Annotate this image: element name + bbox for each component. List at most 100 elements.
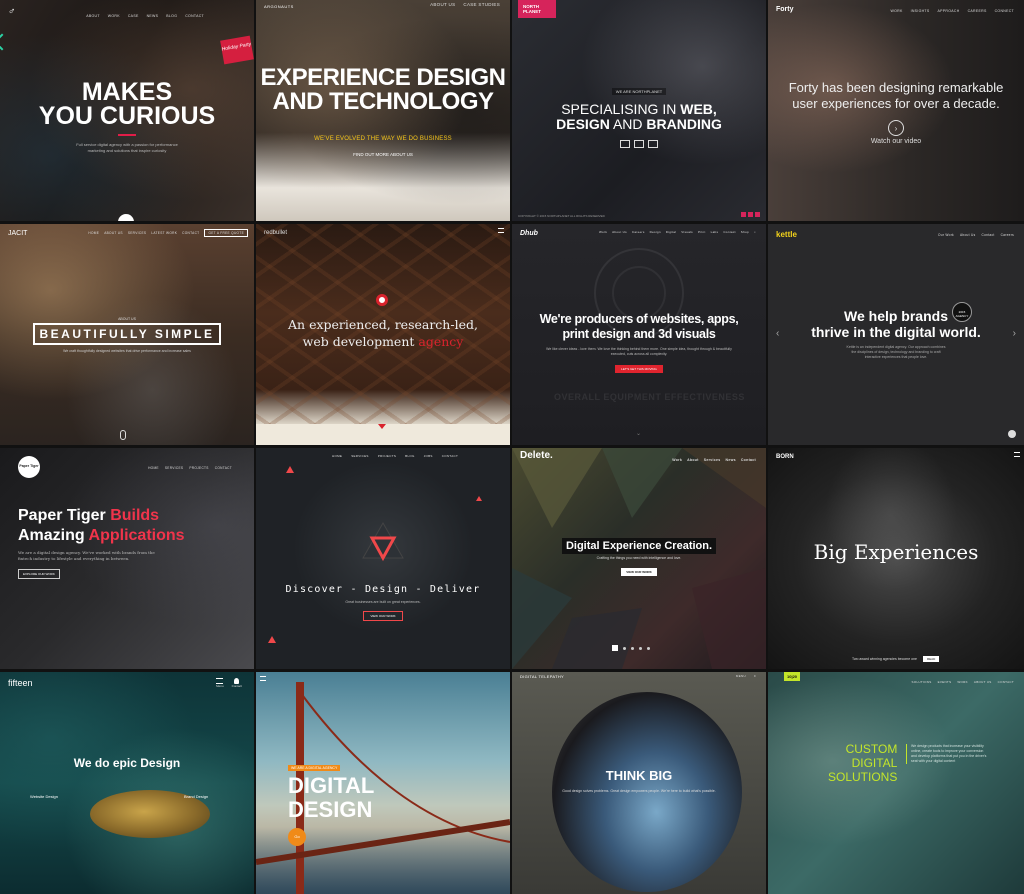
tile-digital-design[interactable]: WE ARE A DIGITAL AGENCY DIGITAL DESIGN G… (256, 672, 510, 894)
nav-item[interactable]: WORK (890, 9, 902, 13)
site-logo[interactable]: Paper Tiger (18, 456, 40, 478)
down-arrow-icon[interactable] (378, 424, 386, 429)
nav-item[interactable]: HOME (332, 454, 342, 458)
nav-item[interactable]: CONNECT (995, 9, 1014, 13)
brand-design-link[interactable]: Brand Design (184, 794, 208, 799)
site-logo[interactable]: Delete. (520, 450, 553, 461)
next-slide-icon[interactable]: › (1013, 328, 1016, 339)
nav-item[interactable]: Contact (981, 233, 994, 237)
carousel-dot-active[interactable] (612, 645, 618, 651)
nav-item[interactable]: JOBS (424, 454, 433, 458)
nav-item[interactable]: Work (672, 458, 682, 462)
site-logo[interactable]: fifteen (8, 678, 33, 688)
nav-item[interactable]: Contact (723, 230, 735, 234)
nav-item[interactable]: Shop (741, 230, 749, 234)
cta-link[interactable]: FIND OUT MORE ABOUT US (256, 152, 510, 157)
website-design-link[interactable]: Website Design (30, 794, 58, 799)
nav-item[interactable]: PROJECTS (189, 466, 208, 470)
nav-item[interactable]: Visuals (681, 230, 693, 234)
site-logo[interactable]: NORTH PLANET (518, 0, 556, 18)
nav-item[interactable]: Menu (216, 684, 224, 688)
menu-icon[interactable] (260, 676, 266, 681)
tile-discover[interactable]: HOME SERVICES PROJECTS BLOG JOBS CONTACT… (256, 448, 510, 669)
nav-item[interactable]: CASE STUDIES (463, 2, 500, 7)
menu-icon[interactable] (498, 228, 504, 233)
carousel-dot[interactable] (631, 646, 634, 650)
nav-item[interactable]: SERVICES (351, 454, 369, 458)
nav-item[interactable]: CONTACT (442, 454, 458, 458)
site-logo[interactable]: Forty (776, 6, 794, 13)
tile-think-big[interactable]: DIGITAL TELEPATHY MENU ≡ THINK BIG Good … (512, 672, 766, 894)
nav-item[interactable]: PROJECTS (378, 454, 396, 458)
nav-item[interactable]: ABOUT US (104, 231, 123, 235)
nav-item[interactable]: News (726, 458, 736, 462)
social-icon[interactable] (748, 212, 753, 217)
nav-item[interactable]: HOME (148, 466, 159, 470)
nav-item[interactable]: Print (698, 230, 706, 234)
cta-button[interactable]: VIEW OUR WORK (363, 611, 403, 621)
nav-item[interactable]: CONTACT (182, 231, 199, 235)
nav-item[interactable]: Work (599, 230, 607, 234)
read-button[interactable]: READ (922, 656, 940, 662)
nav-item[interactable]: WORK (108, 14, 120, 18)
nav-item[interactable]: EVENTS (938, 680, 952, 684)
tile-makes-you-curious[interactable]: ♂ ABOUT WORK CASE NEWS BLOG CONTACT Holi… (0, 0, 254, 221)
nav-item[interactable]: ABOUT (86, 14, 100, 18)
play-video-icon[interactable]: › (888, 120, 904, 136)
carousel-dot[interactable] (623, 646, 626, 650)
cta-button[interactable]: VIEW OUR WORK (621, 568, 657, 576)
nav-item[interactable]: INSIGHTS (911, 9, 930, 13)
chevron-down-icon[interactable]: ⌄ (636, 430, 641, 437)
nav-item[interactable]: Contact (232, 684, 242, 688)
design-icon[interactable] (634, 140, 644, 148)
menu-button[interactable]: Menu (216, 678, 224, 688)
nav-item[interactable]: Digital (666, 230, 676, 234)
nav-item[interactable]: ABOUT US (974, 680, 992, 684)
nav-item[interactable]: WORK (957, 680, 968, 684)
social-icon[interactable] (741, 212, 746, 217)
quote-button[interactable]: GET A FREE QUOTE (204, 229, 248, 237)
social-icon[interactable] (755, 212, 760, 217)
nav-item[interactable]: SOLUTIONS (912, 680, 932, 684)
nav-item[interactable]: Services (704, 458, 721, 462)
tile-redbullet[interactable]: redbullet An experienced, research-led, … (256, 224, 510, 445)
nav-item[interactable]: CASE (128, 14, 139, 18)
nav-item[interactable]: CONTACT (215, 466, 232, 470)
nav-item[interactable]: APPROACH (938, 9, 960, 13)
menu-icon[interactable]: ≡ (754, 674, 756, 678)
site-logo-icon[interactable]: ♂ (8, 6, 16, 17)
site-logo[interactable]: 10|20 (784, 672, 801, 681)
nav-item[interactable]: ABOUT US (430, 2, 455, 7)
nav-item[interactable]: Our Work (938, 233, 954, 237)
nav-item[interactable]: CONTACT (998, 680, 1014, 684)
prev-slide-icon[interactable]: ‹ (776, 328, 779, 339)
contact-button[interactable]: Contact (232, 678, 242, 688)
cta-button[interactable]: EXPLORE OUR WORK (18, 569, 60, 579)
nav-item[interactable]: Contact (741, 458, 756, 462)
nav-item[interactable]: CONTACT (185, 14, 204, 18)
tile-custom-digital[interactable]: 10|20 SOLUTIONS EVENTS WORK ABOUT US CON… (768, 672, 1024, 894)
go-button[interactable]: Go (288, 828, 306, 846)
site-logo[interactable]: ARGONAUTS (264, 4, 294, 9)
nav-item[interactable]: Labs (711, 230, 719, 234)
nav-item[interactable]: HOME (88, 231, 99, 235)
nav-item[interactable]: Careers (1001, 233, 1014, 237)
site-logo[interactable]: Dhub (520, 230, 538, 237)
carousel-dot[interactable] (647, 646, 650, 650)
nav-item[interactable]: NEWS (147, 14, 159, 18)
nav-item[interactable]: About Us (960, 233, 976, 237)
mouse-scroll-icon[interactable] (120, 430, 126, 440)
carousel-dot[interactable] (639, 646, 642, 650)
nav-item[interactable]: MENU (736, 674, 746, 678)
menu-icon[interactable] (1014, 452, 1020, 457)
tile-fifteen[interactable]: fifteen Menu Contact We do epic Design W… (0, 672, 254, 894)
site-logo[interactable]: kettle (776, 230, 797, 239)
tile-experience-design[interactable]: ARGONAUTS ABOUT US CASE STUDIES EXPERIEN… (256, 0, 510, 221)
nav-item[interactable]: Careers (632, 230, 645, 234)
download-icon[interactable] (1008, 430, 1016, 438)
nav-item[interactable]: BLOG (166, 14, 177, 18)
nav-item[interactable]: BLOG (405, 454, 415, 458)
watch-video-link[interactable]: Watch our video (788, 138, 1004, 145)
tile-dhub[interactable]: Dhub Work About Us Careers Design Digita… (512, 224, 766, 445)
site-logo[interactable]: BORN (776, 454, 794, 460)
